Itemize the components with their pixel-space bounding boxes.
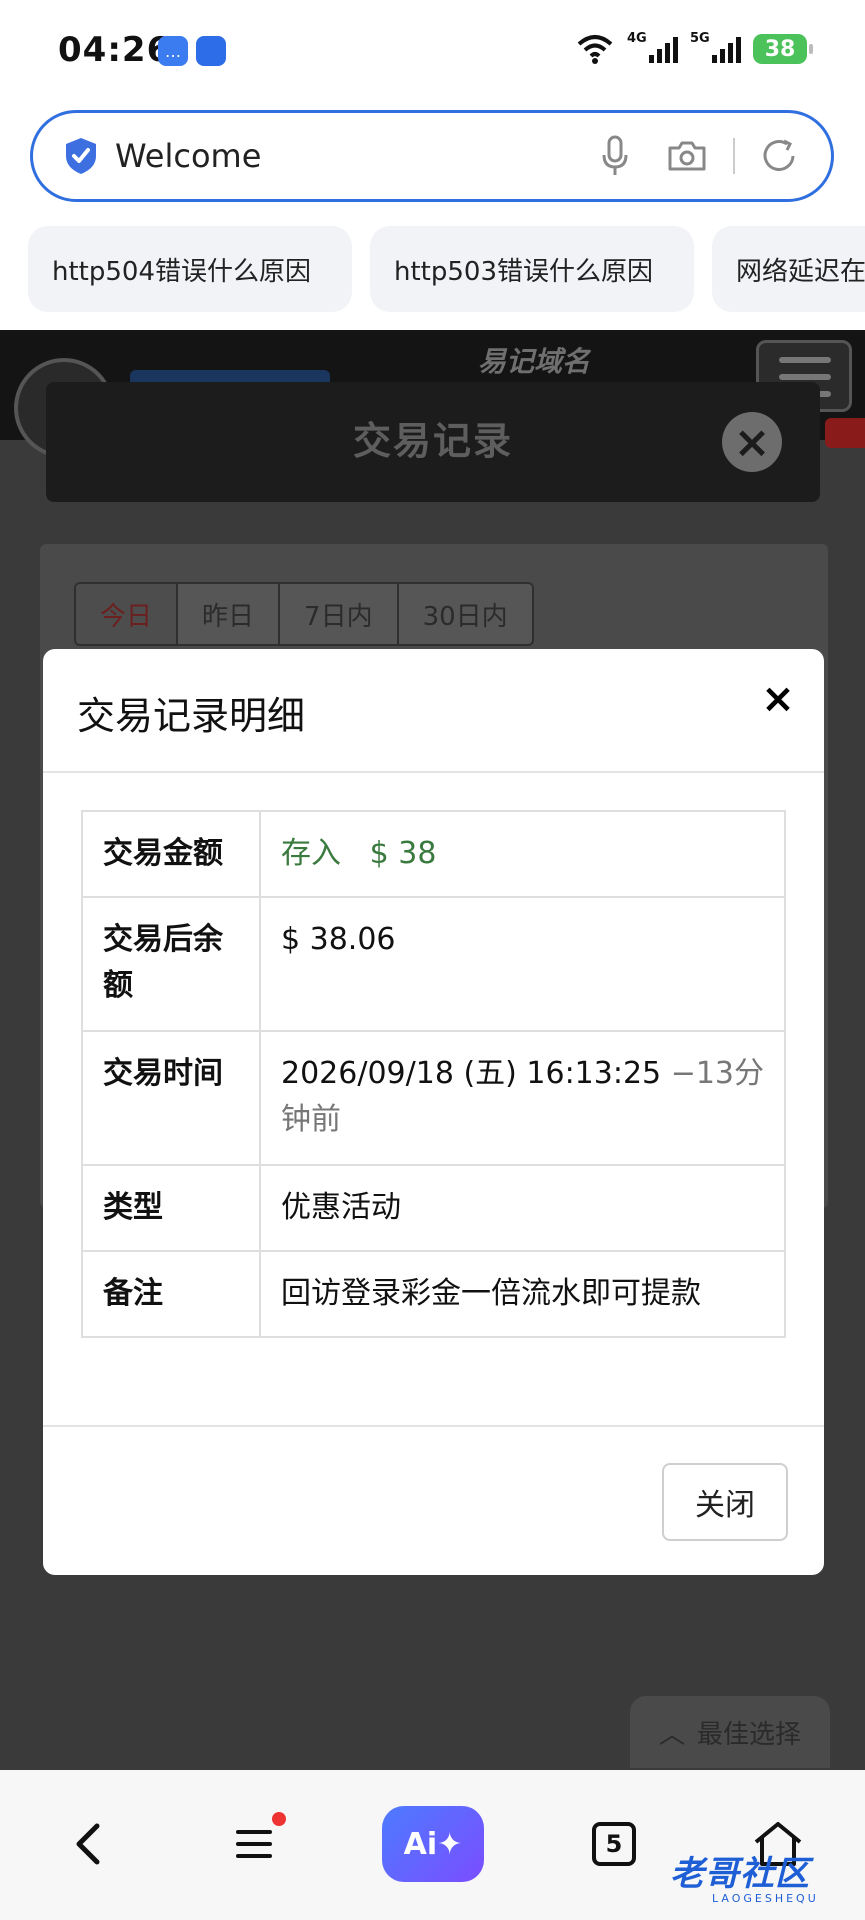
transaction-record-header: 交易记录 × bbox=[46, 382, 820, 502]
row-key: 交易金额 bbox=[81, 810, 261, 898]
transaction-time: 2026/09/18 (五) 16:13:25 bbox=[281, 1056, 662, 1091]
close-icon[interactable]: × bbox=[750, 671, 806, 727]
deposit-label: 存入 bbox=[281, 836, 341, 871]
microphone-icon[interactable] bbox=[593, 134, 637, 178]
menu-icon bbox=[236, 1830, 272, 1858]
tab-today[interactable]: 今日 bbox=[76, 584, 179, 644]
remark-value: 回访登录彩金一倍流水即可提款 bbox=[281, 1276, 701, 1311]
row-value: $ 38.06 bbox=[259, 896, 786, 1032]
close-icon[interactable]: × bbox=[722, 412, 782, 472]
suggestion-chip[interactable]: http504错误什么原因 bbox=[28, 226, 352, 312]
suggestion-chip[interactable]: http503错误什么原因 bbox=[370, 226, 694, 312]
status-time: 04:26 bbox=[58, 30, 172, 70]
address-bar[interactable]: Welcome bbox=[30, 110, 834, 202]
date-range-tabs: 今日 昨日 7日内 30日内 bbox=[74, 582, 534, 646]
side-tag bbox=[825, 418, 865, 448]
signal-5g-icon: 5G bbox=[690, 31, 741, 63]
suggestion-chip[interactable]: 网络延迟在 bbox=[712, 226, 865, 312]
status-bar: 04:26 … 4G 5G 38 bbox=[0, 0, 865, 104]
camera-icon[interactable] bbox=[665, 134, 709, 178]
table-row: 类型 优惠活动 bbox=[81, 1164, 786, 1252]
battery-icon: 38 bbox=[753, 34, 813, 64]
refresh-icon[interactable] bbox=[757, 134, 801, 178]
site-slogan: 易记域名 bbox=[478, 345, 591, 378]
detail-table: 交易金额 存入 $ 38 交易后余额 $ 38.06 交易时间 2026/09/… bbox=[81, 810, 786, 1338]
transaction-record-title: 交易记录 bbox=[352, 419, 513, 463]
chevron-left-icon bbox=[76, 1823, 100, 1865]
address-text[interactable]: Welcome bbox=[115, 137, 565, 175]
row-value: 存入 $ 38 bbox=[259, 810, 786, 898]
table-row: 交易时间 2026/09/18 (五) 16:13:25 −13分钟前 bbox=[81, 1030, 786, 1166]
table-row: 交易后余额 $ 38.06 bbox=[81, 896, 786, 1032]
suggestion-chips: http504错误什么原因 http503错误什么原因 网络延迟在 bbox=[28, 226, 865, 312]
modal-title: 交易记录明细 bbox=[77, 694, 306, 738]
tabs-count-icon: 5 bbox=[592, 1822, 636, 1866]
back-button[interactable] bbox=[60, 1806, 116, 1882]
wifi-icon bbox=[577, 35, 613, 64]
row-key: 备注 bbox=[81, 1250, 261, 1338]
shield-icon bbox=[66, 138, 96, 174]
status-indicators: 4G 5G 38 bbox=[575, 31, 813, 64]
battery-level: 38 bbox=[764, 36, 796, 62]
row-value: 2026/09/18 (五) 16:13:25 −13分钟前 bbox=[259, 1030, 786, 1166]
modal-footer: 关闭 bbox=[43, 1425, 824, 1575]
tabs-button[interactable]: 5 bbox=[588, 1806, 640, 1882]
table-row: 备注 回访登录彩金一倍流水即可提款 bbox=[81, 1250, 786, 1338]
tab-7-days[interactable]: 7日内 bbox=[280, 584, 399, 644]
signal-4g-icon: 4G bbox=[627, 31, 678, 63]
close-button[interactable]: 关闭 bbox=[662, 1463, 788, 1541]
watermark-logo: 老哥社区 bbox=[670, 1854, 810, 1894]
row-value: 优惠活动 bbox=[259, 1164, 786, 1252]
tab-yesterday[interactable]: 昨日 bbox=[178, 584, 281, 644]
ai-assistant-button[interactable]: Ai✦ bbox=[382, 1806, 484, 1882]
type-value: 优惠活动 bbox=[281, 1190, 401, 1225]
row-key: 交易时间 bbox=[81, 1030, 261, 1166]
watermark-subtitle: LAOGESHEQU bbox=[712, 1892, 819, 1905]
app-market-icon bbox=[196, 36, 226, 66]
modal-header: 交易记录明细 × bbox=[43, 649, 824, 773]
chevron-up-icon: ︿ bbox=[658, 1719, 685, 1750]
best-choice-label: 最佳选择 bbox=[697, 1719, 802, 1750]
transaction-detail-modal: 交易记录明细 × 交易金额 存入 $ 38 交易后余额 $ 38.06 交易时间… bbox=[43, 649, 824, 1575]
message-app-icon: … bbox=[158, 36, 188, 66]
menu-button[interactable] bbox=[228, 1806, 286, 1882]
table-row: 交易金额 存入 $ 38 bbox=[81, 810, 786, 898]
tab-30-days[interactable]: 30日内 bbox=[398, 584, 532, 644]
best-choice-button[interactable]: ︿ 最佳选择 bbox=[630, 1696, 830, 1768]
address-divider bbox=[733, 138, 735, 174]
row-key: 交易后余额 bbox=[81, 896, 261, 1032]
row-key: 类型 bbox=[81, 1164, 261, 1252]
notification-dot bbox=[272, 1812, 286, 1826]
balance-value: $ 38.06 bbox=[281, 922, 396, 957]
amount-value: $ 38 bbox=[369, 836, 437, 871]
row-value: 回访登录彩金一倍流水即可提款 bbox=[259, 1250, 786, 1338]
